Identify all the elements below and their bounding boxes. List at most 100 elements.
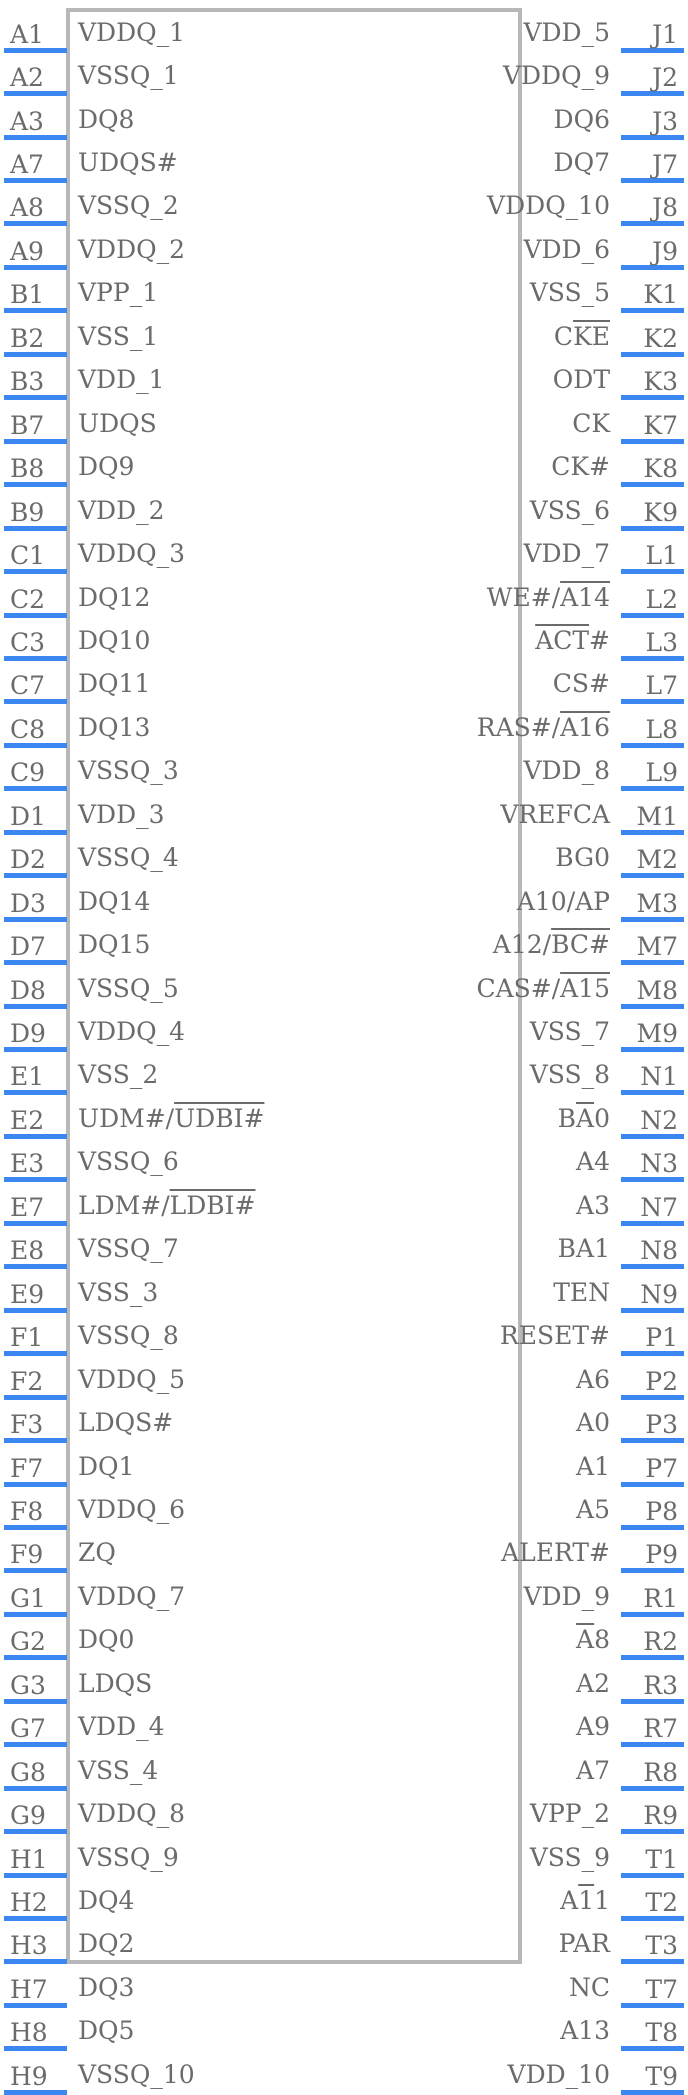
pin-N7[interactable]: N7 A3 bbox=[344, 1183, 688, 1226]
pin-wire-H3[interactable] bbox=[4, 1959, 67, 1965]
pin-C7[interactable]: C7 DQ11 bbox=[0, 662, 344, 705]
pin-wire-B3[interactable] bbox=[4, 395, 67, 401]
pin-wire-T8[interactable] bbox=[621, 2046, 684, 2052]
pin-A7[interactable]: A7 UDQS# bbox=[0, 140, 344, 184]
pin-wire-F9[interactable] bbox=[4, 1568, 67, 1574]
pin-wire-C9[interactable] bbox=[4, 786, 67, 792]
pin-M8[interactable]: M8 CAS#/A15 bbox=[344, 966, 688, 1009]
pin-J9[interactable]: J9 VDD_6 bbox=[344, 227, 688, 270]
pin-wire-E1[interactable] bbox=[4, 1090, 67, 1096]
pin-F1[interactable]: F1 VSSQ_8 bbox=[0, 1314, 344, 1357]
pin-wire-P9[interactable] bbox=[621, 1568, 684, 1574]
pin-M1[interactable]: M1 VREFCA bbox=[344, 792, 688, 835]
pin-F9[interactable]: F9 ZQ bbox=[0, 1531, 344, 1574]
pin-L8[interactable]: L8 RAS#/A16 bbox=[344, 705, 688, 748]
pin-B1[interactable]: B1 VPP_1 bbox=[0, 271, 344, 314]
pin-P1[interactable]: P1 RESET# bbox=[344, 1314, 688, 1357]
pin-H1[interactable]: H1 VSSQ_9 bbox=[0, 1835, 344, 1878]
pin-C3[interactable]: C3 DQ10 bbox=[0, 618, 344, 661]
pin-C1[interactable]: C1 VDDQ_3 bbox=[0, 531, 344, 575]
pin-N1[interactable]: N1 VSS_8 bbox=[344, 1053, 688, 1096]
pin-K2[interactable]: K2 CKE bbox=[344, 314, 688, 357]
pin-N3[interactable]: N3 A4 bbox=[344, 1140, 688, 1183]
pin-wire-J8[interactable] bbox=[621, 221, 684, 227]
pin-C8[interactable]: C8 DQ13 bbox=[0, 705, 344, 748]
pin-R1[interactable]: R1 VDD_9 bbox=[344, 1574, 688, 1617]
pin-D2[interactable]: D2 VSSQ_4 bbox=[0, 836, 344, 879]
pin-H9[interactable]: H9 VSSQ_10 bbox=[0, 2052, 344, 2095]
pin-H2[interactable]: H2 DQ4 bbox=[0, 1878, 344, 1922]
pin-wire-H9[interactable] bbox=[4, 2089, 67, 2095]
pin-K1[interactable]: K1 VSS_5 bbox=[344, 271, 688, 314]
pin-G2[interactable]: G2 DQ0 bbox=[0, 1618, 344, 1661]
pin-G1[interactable]: G1 VDDQ_7 bbox=[0, 1574, 344, 1617]
pin-J3[interactable]: J3 DQ6 bbox=[344, 97, 688, 140]
pin-A2[interactable]: A2 VSSQ_1 bbox=[0, 53, 344, 97]
pin-L2[interactable]: L2 WE#/A14 bbox=[344, 575, 688, 618]
pin-G9[interactable]: G9 VDDQ_8 bbox=[0, 1791, 344, 1835]
pin-wire-T7[interactable] bbox=[621, 2002, 684, 2008]
pin-R8[interactable]: R8 A7 bbox=[344, 1748, 688, 1791]
pin-A3[interactable]: A3 DQ8 bbox=[0, 97, 344, 140]
pin-D3[interactable]: D3 DQ14 bbox=[0, 879, 344, 922]
pin-M2[interactable]: M2 BG0 bbox=[344, 836, 688, 879]
pin-J7[interactable]: J7 DQ7 bbox=[344, 140, 688, 184]
pin-M3[interactable]: M3 A10/AP bbox=[344, 879, 688, 922]
pin-K8[interactable]: K8 CK# bbox=[344, 445, 688, 488]
pin-J8[interactable]: J8 VDDQ_10 bbox=[344, 184, 688, 227]
pin-N8[interactable]: N8 BA1 bbox=[344, 1227, 688, 1270]
pin-wire-N1[interactable] bbox=[621, 1090, 684, 1096]
pin-wire-N8[interactable] bbox=[621, 1264, 684, 1270]
pin-T2[interactable]: T2 A11 bbox=[344, 1878, 688, 1922]
pin-D9[interactable]: D9 VDDQ_4 bbox=[0, 1009, 344, 1053]
pin-J1[interactable]: J1 VDD_5 bbox=[344, 10, 688, 53]
pin-G3[interactable]: G3 LDQS bbox=[0, 1661, 344, 1704]
pin-E7[interactable]: E7 LDM#/LDBI# bbox=[0, 1183, 344, 1226]
pin-wire-N3[interactable] bbox=[621, 1177, 684, 1183]
pin-M7[interactable]: M7 A12/BC# bbox=[344, 922, 688, 966]
pin-F8[interactable]: F8 VDDQ_6 bbox=[0, 1487, 344, 1530]
pin-H8[interactable]: H8 DQ5 bbox=[0, 2009, 344, 2052]
pin-wire-R2[interactable] bbox=[621, 1655, 684, 1661]
pin-D8[interactable]: D8 VSSQ_5 bbox=[0, 966, 344, 1009]
pin-wire-B1[interactable] bbox=[4, 308, 67, 314]
pin-T9[interactable]: T9 VDD_10 bbox=[344, 2052, 688, 2095]
pin-wire-H8[interactable] bbox=[4, 2046, 67, 2052]
pin-H3[interactable]: H3 DQ2 bbox=[0, 1922, 344, 1965]
pin-A8[interactable]: A8 VSSQ_2 bbox=[0, 184, 344, 227]
pin-wire-H7[interactable] bbox=[4, 2002, 67, 2008]
pin-wire-T3[interactable] bbox=[621, 1959, 684, 1965]
pin-E8[interactable]: E8 VSSQ_7 bbox=[0, 1227, 344, 1270]
pin-P9[interactable]: P9 ALERT# bbox=[344, 1531, 688, 1574]
pin-T8[interactable]: T8 A13 bbox=[344, 2009, 688, 2052]
pin-wire-L7[interactable] bbox=[621, 699, 684, 705]
pin-L9[interactable]: L9 VDD_8 bbox=[344, 749, 688, 792]
pin-F3[interactable]: F3 LDQS# bbox=[0, 1400, 344, 1444]
pin-A1[interactable]: A1 VDDQ_1 bbox=[0, 10, 344, 53]
pin-N9[interactable]: N9 TEN bbox=[344, 1270, 688, 1313]
pin-F2[interactable]: F2 VDDQ_5 bbox=[0, 1357, 344, 1400]
pin-J2[interactable]: J2 VDDQ_9 bbox=[344, 53, 688, 97]
pin-E3[interactable]: E3 VSSQ_6 bbox=[0, 1140, 344, 1183]
pin-wire-G2[interactable] bbox=[4, 1655, 67, 1661]
pin-B9[interactable]: B9 VDD_2 bbox=[0, 488, 344, 531]
pin-wire-A8[interactable] bbox=[4, 221, 67, 227]
pin-P8[interactable]: P8 A5 bbox=[344, 1487, 688, 1530]
pin-N2[interactable]: N2 BA0 bbox=[344, 1096, 688, 1139]
pin-B8[interactable]: B8 DQ9 bbox=[0, 445, 344, 488]
pin-P3[interactable]: P3 A0 bbox=[344, 1400, 688, 1444]
pin-L3[interactable]: L3 ACT# bbox=[344, 618, 688, 661]
pin-A9[interactable]: A9 VDDQ_2 bbox=[0, 227, 344, 270]
pin-K7[interactable]: K7 CK bbox=[344, 401, 688, 444]
pin-wire-L9[interactable] bbox=[621, 786, 684, 792]
pin-P7[interactable]: P7 A1 bbox=[344, 1444, 688, 1487]
pin-D7[interactable]: D7 DQ15 bbox=[0, 922, 344, 966]
pin-wire-E8[interactable] bbox=[4, 1264, 67, 1270]
pin-wire-E3[interactable] bbox=[4, 1177, 67, 1183]
pin-P2[interactable]: P2 A6 bbox=[344, 1357, 688, 1400]
pin-wire-K3[interactable] bbox=[621, 395, 684, 401]
pin-C9[interactable]: C9 VSSQ_3 bbox=[0, 749, 344, 792]
pin-B3[interactable]: B3 VDD_1 bbox=[0, 358, 344, 401]
pin-K3[interactable]: K3 ODT bbox=[344, 358, 688, 401]
pin-wire-T9[interactable] bbox=[621, 2089, 684, 2095]
